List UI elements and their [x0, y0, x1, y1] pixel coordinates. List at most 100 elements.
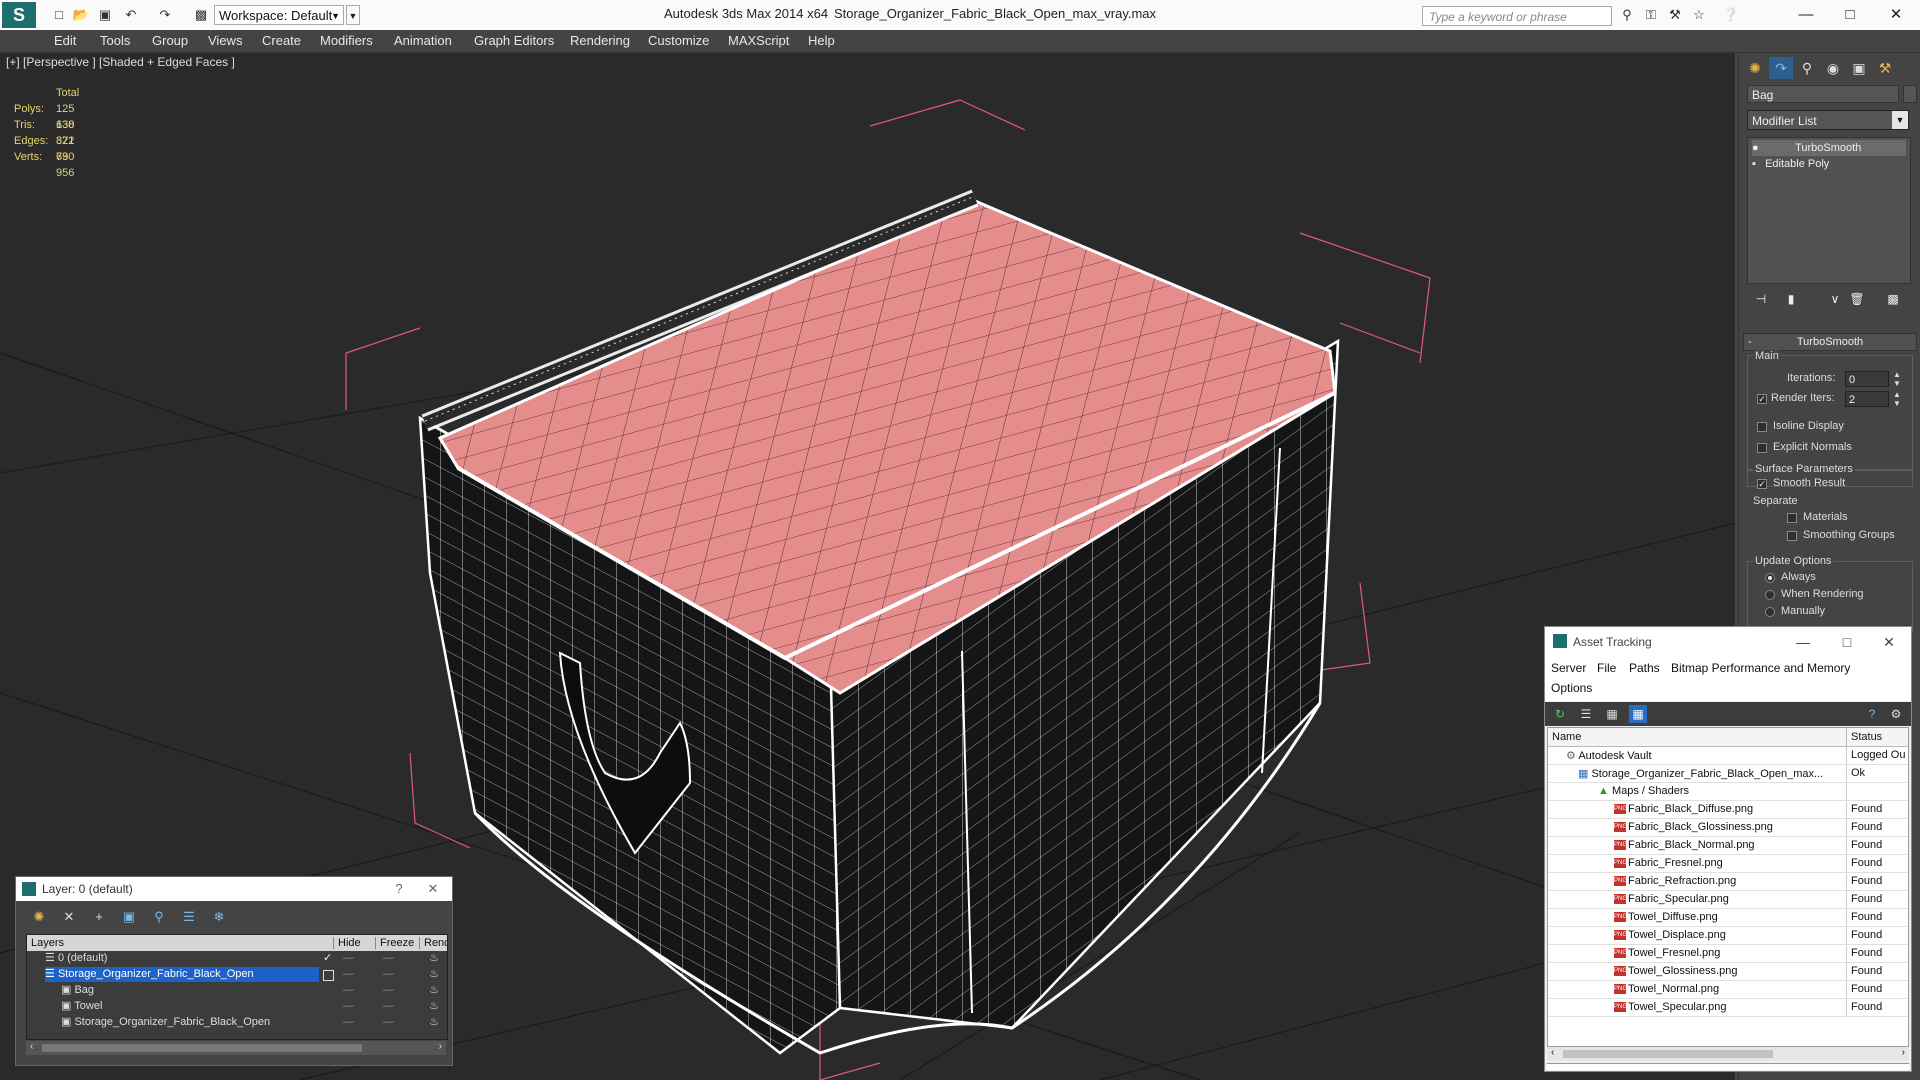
- show-end-result-icon[interactable]: ▮: [1781, 289, 1801, 309]
- menu-tools[interactable]: Tools: [100, 33, 130, 48]
- refresh-icon[interactable]: ↻: [1551, 705, 1569, 723]
- remove-modifier-icon[interactable]: 🗑: [1847, 289, 1867, 309]
- minimize-icon[interactable]: —: [1786, 2, 1826, 28]
- table-row[interactable]: ▲ Maps / Shaders: [1548, 783, 1908, 801]
- workspace-dropdown[interactable]: Workspace: Default ▼: [214, 5, 344, 25]
- render-iters-checkbox[interactable]: ✓: [1757, 394, 1767, 404]
- menu-bitmap-performance[interactable]: Bitmap Performance and Memory: [1671, 661, 1850, 675]
- smoothing-groups-checkbox[interactable]: [1787, 531, 1797, 541]
- table-row[interactable]: PNGTowel_Displace.png Found: [1548, 927, 1908, 945]
- motion-tab-icon[interactable]: ◉: [1821, 57, 1845, 79]
- table-row[interactable]: PNGFabric_Fresnel.png Found: [1548, 855, 1908, 873]
- close-icon[interactable]: ✕: [1871, 631, 1907, 653]
- delete-layer-icon[interactable]: ✕: [58, 907, 80, 927]
- tree-view-icon[interactable]: ▦: [1603, 705, 1621, 723]
- column-layers[interactable]: Layers: [31, 937, 64, 949]
- table-row[interactable]: PNGFabric_Black_Diffuse.png Found: [1548, 801, 1908, 819]
- stack-item-editable-poly[interactable]: ▪ Editable Poly: [1752, 156, 1829, 172]
- column-render[interactable]: Render: [419, 937, 447, 949]
- utilities-tab-icon[interactable]: ⚒: [1873, 57, 1897, 79]
- materials-checkbox[interactable]: [1787, 513, 1797, 523]
- table-row[interactable]: PNGFabric_Black_Glossiness.png Found: [1548, 819, 1908, 837]
- help-icon[interactable]: ?: [1863, 705, 1881, 723]
- menu-animation[interactable]: Animation: [394, 33, 452, 48]
- open-file-icon[interactable]: 📂: [72, 6, 90, 24]
- render-teapot-icon[interactable]: ♨: [429, 967, 439, 982]
- hide-toggle[interactable]: —: [343, 951, 354, 966]
- turbosmooth-rollout-header[interactable]: - TurboSmooth: [1743, 333, 1917, 351]
- stack-item-turbosmooth[interactable]: ● TurboSmooth: [1752, 140, 1906, 156]
- freeze-toggle[interactable]: —: [383, 967, 394, 982]
- workspace-menu-icon[interactable]: ▼: [346, 5, 360, 25]
- hierarchy-tab-icon[interactable]: ⚲: [1795, 57, 1819, 79]
- table-row[interactable]: PNGTowel_Fresnel.png Found: [1548, 945, 1908, 963]
- layer-row[interactable]: ▣ Storage_Organizer_Fabric_Black_Open — …: [27, 1015, 447, 1031]
- table-row[interactable]: PNGFabric_Refraction.png Found: [1548, 873, 1908, 891]
- object-color-swatch[interactable]: [1903, 85, 1917, 103]
- table-row[interactable]: PNGFabric_Specular.png Found: [1548, 891, 1908, 909]
- star-icon[interactable]: ☆: [1690, 6, 1708, 24]
- binoculars-icon[interactable]: ⚲: [1618, 6, 1636, 24]
- maximize-icon[interactable]: □: [1830, 2, 1870, 28]
- app-logo-icon[interactable]: S: [2, 2, 36, 28]
- modifier-list-dropdown[interactable]: Modifier List ▼: [1747, 110, 1909, 130]
- always-radio[interactable]: [1765, 573, 1775, 583]
- scroll-right-icon[interactable]: ›: [1902, 1047, 1905, 1058]
- menu-create[interactable]: Create: [262, 33, 301, 48]
- scroll-right-icon[interactable]: ›: [439, 1041, 442, 1052]
- render-teapot-icon[interactable]: ♨: [429, 1015, 439, 1030]
- configure-sets-icon[interactable]: ▩: [1883, 289, 1903, 309]
- freeze-toggle[interactable]: —: [383, 999, 394, 1014]
- select-objects-icon[interactable]: ▣: [118, 907, 140, 927]
- render-iters-spinner[interactable]: 2: [1845, 391, 1889, 407]
- scroll-thumb[interactable]: [1563, 1050, 1773, 1058]
- object-name-field[interactable]: Bag: [1747, 85, 1899, 103]
- hide-toggle[interactable]: —: [343, 983, 354, 998]
- menu-paths[interactable]: Paths: [1629, 661, 1660, 675]
- table-row[interactable]: PNGTowel_Diffuse.png Found: [1548, 909, 1908, 927]
- spinner-arrows-icon[interactable]: ▲ ▼: [1893, 370, 1901, 388]
- project-folder-icon[interactable]: ▩: [192, 6, 210, 24]
- close-icon[interactable]: ✕: [420, 879, 446, 899]
- freeze-all-icon[interactable]: ❄: [208, 907, 230, 927]
- scroll-left-icon[interactable]: ‹: [1551, 1047, 1554, 1058]
- freeze-toggle[interactable]: —: [383, 983, 394, 998]
- close-icon[interactable]: ✕: [1876, 2, 1916, 28]
- freeze-toggle[interactable]: —: [383, 951, 394, 966]
- viewport-label[interactable]: [+] [Perspective ] [Shaded + Edged Faces…: [6, 55, 235, 69]
- menu-file[interactable]: File: [1597, 661, 1616, 675]
- hide-toggle[interactable]: —: [343, 967, 354, 982]
- highlight-layer-icon[interactable]: ⚲: [148, 907, 170, 927]
- layer-row[interactable]: ▣ Towel — — ♨: [27, 999, 447, 1015]
- menu-maxscript[interactable]: MAXScript: [728, 33, 789, 48]
- column-freeze[interactable]: Freeze: [375, 937, 414, 949]
- key-icon[interactable]: ⚿: [1642, 6, 1660, 24]
- spinner-arrows-icon[interactable]: ▲ ▼: [1893, 390, 1901, 408]
- render-teapot-icon[interactable]: ♨: [429, 999, 439, 1014]
- settings-icon[interactable]: ⚙: [1887, 705, 1905, 723]
- collapse-box-icon[interactable]: ▪: [1752, 156, 1762, 172]
- layer-row[interactable]: ☰ Storage_Organizer_Fabric_Black_Open — …: [27, 967, 447, 983]
- add-to-layer-icon[interactable]: +: [88, 907, 110, 927]
- pin-stack-icon[interactable]: ⊣: [1751, 289, 1771, 309]
- lightbulb-icon[interactable]: ●: [1752, 140, 1766, 156]
- menu-group[interactable]: Group: [152, 33, 188, 48]
- make-unique-icon[interactable]: ∨: [1825, 289, 1845, 309]
- iterations-spinner[interactable]: 0: [1845, 371, 1889, 387]
- menu-customize[interactable]: Customize: [648, 33, 709, 48]
- list-view-icon[interactable]: ☰: [1577, 705, 1595, 723]
- table-row[interactable]: PNGTowel_Glossiness.png Found: [1548, 963, 1908, 981]
- layer-row[interactable]: ☰ 0 (default) ✓ — — ♨: [27, 951, 447, 967]
- table-row[interactable]: ⚙ Autodesk Vault Logged Ou: [1548, 747, 1908, 765]
- menu-options[interactable]: Options: [1551, 681, 1592, 695]
- menu-help[interactable]: Help: [808, 33, 835, 48]
- hide-toggle[interactable]: —: [343, 1015, 354, 1030]
- keyword-search-input[interactable]: Type a keyword or phrase: [1422, 6, 1612, 26]
- hide-toggle[interactable]: —: [343, 999, 354, 1014]
- smooth-result-checkbox[interactable]: ✓: [1757, 479, 1767, 489]
- column-name[interactable]: Name: [1552, 731, 1581, 743]
- help-icon[interactable]: ?: [386, 879, 412, 899]
- modify-tab-icon[interactable]: ↷: [1769, 57, 1793, 79]
- minimize-icon[interactable]: —: [1785, 631, 1821, 653]
- table-row[interactable]: PNGTowel_Specular.png Found: [1548, 999, 1908, 1017]
